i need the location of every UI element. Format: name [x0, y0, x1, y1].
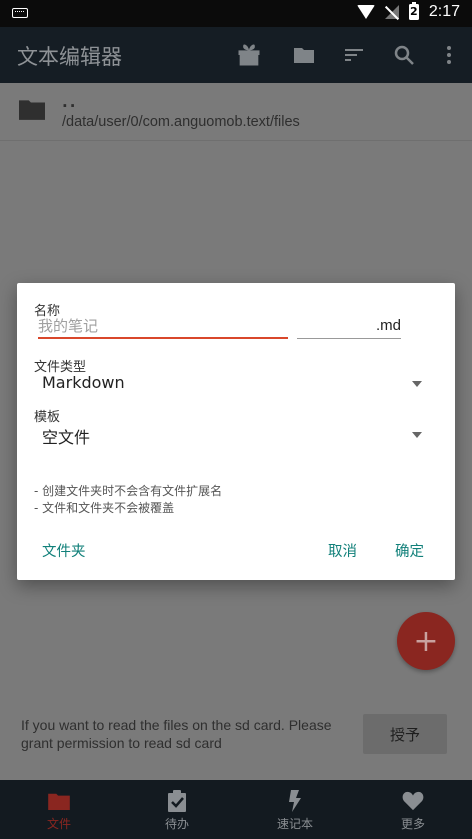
template-select[interactable]: 空文件 — [34, 422, 422, 450]
folder-icon — [19, 98, 45, 124]
tab-todo-label: 待办 — [164, 817, 189, 831]
plus-icon: + — [413, 623, 439, 659]
file-type-value: Markdown — [42, 373, 125, 392]
app-title: 文本编辑器 — [17, 45, 122, 69]
tab-files[interactable]: 文件 — [0, 780, 118, 839]
tab-more[interactable]: 更多 — [354, 780, 472, 839]
file-type-select[interactable]: Markdown — [34, 371, 422, 399]
cancel-button[interactable]: 取消 — [328, 540, 357, 561]
sort-icon[interactable] — [340, 41, 368, 69]
ok-button[interactable]: 确定 — [395, 540, 424, 561]
add-fab-button[interactable]: + — [397, 612, 455, 670]
bottom-navigation: 文件 待办 速记本 更多 — [0, 780, 472, 839]
dialog-notes: - 创建文件夹时不会含有文件扩展名 - 文件和文件夹不会被覆盖 — [34, 483, 222, 517]
new-file-dialog: 名称 .md 文件类型 Markdown 模板 空文件 - 创建文件夹时不会含有… — [17, 283, 455, 580]
battery-icon: 2 — [408, 2, 419, 20]
no-signal-icon — [384, 5, 399, 19]
more-vert-icon[interactable] — [435, 41, 463, 69]
grant-permission-button[interactable]: 授予 — [363, 714, 447, 754]
folder-icon — [48, 790, 70, 812]
search-icon[interactable] — [390, 41, 418, 69]
clipboard-check-icon — [166, 790, 188, 812]
folder-button[interactable]: 文件夹 — [42, 540, 86, 561]
note-line: - 创建文件夹时不会含有文件扩展名 — [34, 484, 223, 498]
status-bar: 2 2:17 — [0, 0, 472, 27]
tab-files-label: 文件 — [46, 817, 71, 831]
file-name-input[interactable] — [38, 315, 288, 339]
note-line: - 文件和文件夹不会被覆盖 — [34, 501, 175, 515]
app-bar: 文本编辑器 — [0, 27, 472, 83]
tab-todo[interactable]: 待办 — [118, 780, 236, 839]
tab-more-label: 更多 — [400, 817, 425, 831]
parent-directory-path: /data/user/0/com.anguomob.text/files — [62, 114, 300, 130]
gift-icon[interactable] — [235, 41, 263, 69]
dropdown-arrow-icon — [412, 381, 422, 387]
wifi-icon — [356, 5, 375, 19]
extension-field[interactable]: .md — [297, 315, 401, 339]
folder-icon[interactable] — [290, 41, 318, 69]
parent-directory-name: .. — [62, 93, 78, 111]
tab-quicknote-label: 速记本 — [276, 817, 313, 831]
lightning-icon — [284, 790, 306, 812]
dropdown-arrow-icon — [412, 432, 422, 438]
keyboard-icon — [12, 8, 28, 18]
heart-icon — [402, 790, 424, 812]
sd-permission-message: If you want to read the files on the sd … — [21, 717, 332, 751]
status-time: 2:17 — [428, 3, 460, 20]
tab-quicknote[interactable]: 速记本 — [236, 780, 354, 839]
parent-directory-row[interactable]: .. /data/user/0/com.anguomob.text/files — [0, 83, 472, 141]
template-value: 空文件 — [42, 428, 91, 447]
